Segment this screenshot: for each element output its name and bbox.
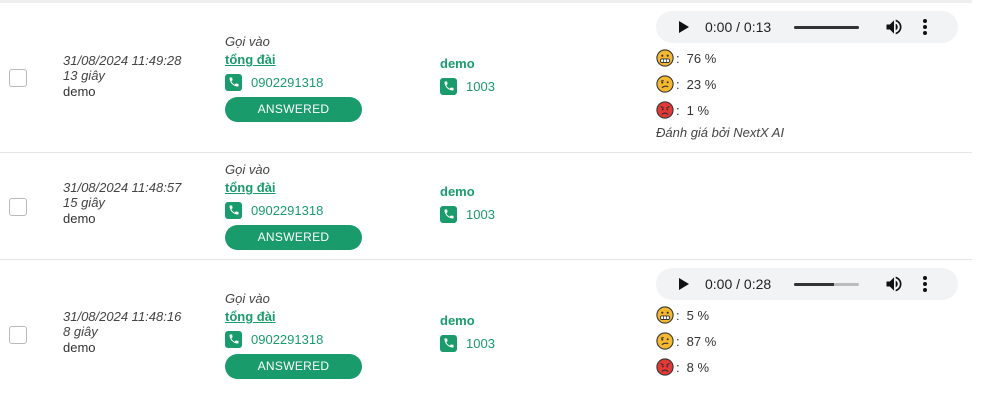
caller-phone-number[interactable]: 0902291318 [251,203,323,218]
call-datetime: 31/08/2024 11:48:16 [63,309,182,324]
row-checkbox[interactable] [9,326,27,344]
status-badge: ANSWERED [225,225,362,250]
sentiment-neutral-value: 23 % [686,76,717,92]
confused-emoji-icon [656,332,674,350]
extension-line: 1003 [440,77,495,95]
more-options-icon[interactable] [923,276,927,292]
agent-extension[interactable]: 1003 [466,207,495,222]
call-prefix: Gọi vào [225,291,270,306]
call-user: demo [63,211,96,226]
volume-icon[interactable] [884,17,904,37]
ai-rating-note: Đánh giá bởi NextX AI [656,125,785,140]
call-time-cell: 31/08/2024 11:48:57 15 giây demo [63,180,181,226]
status-badge: ANSWERED [225,354,362,379]
grinning-emoji-icon [656,49,674,67]
call-prefix: Gọi vào [225,162,270,177]
audio-progress-track[interactable] [794,282,859,286]
call-info-cell: Gọi vào tổng đài 0902291318 ANSWERED [225,34,365,122]
call-time-cell: 31/08/2024 11:49:28 13 giây demo [63,53,181,99]
grinning-emoji-icon [656,306,674,324]
sentiment-row: : 76 % [656,49,784,67]
sentiment-row: : 8 % [656,358,716,376]
call-info-cell: Gọi vào tổng đài 0902291318 ANSWERED [225,291,365,379]
sentiment-neutral-value: 87 % [686,333,717,349]
call-duration: 13 giây [63,68,105,83]
sentiment-row: : 1 % [656,101,784,119]
sentiment-row: : 87 % [656,332,716,350]
play-icon[interactable] [679,278,689,290]
agent-cell: demo 1003 [440,313,495,352]
destination-link[interactable]: tổng đài [225,309,365,325]
agent-cell: demo 1003 [440,184,495,223]
agent-cell: demo 1003 [440,56,495,95]
sentiment-negative-value: 8 % [686,359,710,375]
audio-progress-fill [794,282,835,286]
volume-icon[interactable] [884,274,904,294]
confused-emoji-icon [656,75,674,93]
agent-name: demo [440,56,475,71]
table-row: 31/08/2024 11:49:28 13 giây demo Gọi vào… [0,3,972,153]
destination-link[interactable]: tổng đài [225,52,365,68]
sentiment-analysis: : 5 % : 87 % : 8 % [656,306,716,384]
row-checkbox[interactable] [9,69,27,87]
call-duration: 8 giây [63,324,98,339]
call-time-cell: 31/08/2024 11:48:16 8 giây demo [63,309,181,355]
agent-extension[interactable]: 1003 [466,79,495,94]
call-datetime: 31/08/2024 11:49:28 [63,53,182,68]
table-row: 31/08/2024 11:48:16 8 giây demo Gọi vào … [0,260,972,404]
audio-time: 0:00 / 0:28 [705,276,772,292]
sentiment-positive-value: 5 % [686,307,710,323]
destination-link[interactable]: tổng đài [225,180,365,196]
row-checkbox[interactable] [9,198,27,216]
caller-phone-number[interactable]: 0902291318 [251,75,323,90]
call-datetime: 31/08/2024 11:48:57 [63,180,182,195]
audio-time: 0:00 / 0:13 [705,19,772,35]
call-user: demo [63,84,96,99]
phone-icon [440,334,457,352]
audio-player: 0:00 / 0:28 [656,268,958,300]
sentiment-positive-value: 76 % [686,50,717,66]
sentiment-analysis: : 76 % : 23 % : 1 % Đánh giá bởi NextX A… [656,49,784,140]
audio-progress-track[interactable] [794,25,859,29]
sentiment-row: : 5 % [656,306,716,324]
table-row: 31/08/2024 11:48:57 15 giây demo Gọi vào… [0,153,972,260]
call-info-cell: Gọi vào tổng đài 0902291318 ANSWERED [225,162,365,250]
audio-player: 0:00 / 0:13 [656,11,958,43]
more-options-icon[interactable] [923,19,927,35]
status-badge: ANSWERED [225,97,362,122]
phone-icon [225,73,242,91]
angry-emoji-icon [656,358,674,376]
sentiment-negative-value: 1 % [686,102,710,118]
sentiment-row: : 23 % [656,75,784,93]
call-duration: 15 giây [63,195,105,210]
phone-icon [225,330,242,348]
angry-emoji-icon [656,101,674,119]
phone-icon [440,205,457,223]
play-icon[interactable] [679,21,689,33]
caller-phone-number[interactable]: 0902291318 [251,332,323,347]
agent-name: demo [440,313,475,328]
phone-icon [440,77,457,95]
phone-line: 0902291318 [225,73,365,91]
phone-icon [225,201,242,219]
extension-line: 1003 [440,205,495,223]
agent-name: demo [440,184,475,199]
phone-line: 0902291318 [225,201,365,219]
audio-progress-fill [794,25,859,29]
extension-line: 1003 [440,334,495,352]
phone-line: 0902291318 [225,330,365,348]
agent-extension[interactable]: 1003 [466,336,495,351]
call-prefix: Gọi vào [225,34,270,49]
call-user: demo [63,340,96,355]
